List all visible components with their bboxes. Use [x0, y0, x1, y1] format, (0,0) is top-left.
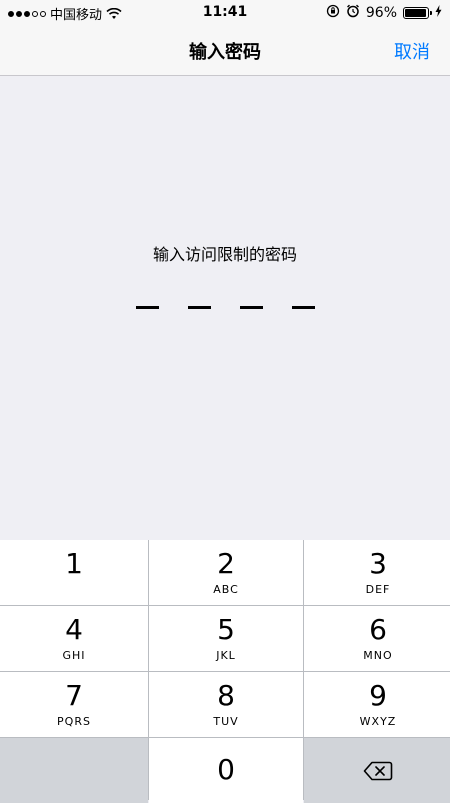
- key-letters: ABC: [213, 583, 239, 596]
- key-digit: 1: [65, 547, 83, 580]
- key-letters: GHI: [62, 649, 86, 662]
- key-letters: WXYZ: [359, 715, 397, 728]
- status-right: 96%: [326, 4, 442, 22]
- key-blank: [0, 738, 148, 803]
- passcode-digit-slot: [187, 306, 211, 309]
- key-digit: 7: [65, 679, 83, 712]
- key-5[interactable]: 5 JKL: [149, 606, 303, 671]
- key-digit: 4: [65, 613, 83, 646]
- page-title: 输入密码: [189, 42, 261, 63]
- cancel-button[interactable]: 取消: [394, 38, 430, 64]
- key-9[interactable]: 9 WXYZ: [304, 672, 450, 737]
- key-6[interactable]: 6 MNO: [304, 606, 450, 671]
- key-digit: 3: [369, 547, 387, 580]
- battery-percent: 96%: [365, 5, 397, 21]
- delete-button[interactable]: [304, 738, 450, 803]
- backspace-icon: [363, 761, 393, 781]
- key-3[interactable]: 3 DEF: [304, 540, 450, 605]
- key-4[interactable]: 4 GHI: [0, 606, 148, 671]
- charging-bolt-icon: [435, 5, 442, 21]
- alarm-icon: [346, 4, 360, 22]
- passcode-area: 输入访问限制的密码: [0, 76, 450, 540]
- key-letters: JKL: [216, 649, 236, 662]
- key-digit: 6: [369, 613, 387, 646]
- navigation-bar: 输入密码 取消: [0, 26, 450, 76]
- key-2[interactable]: 2 ABC: [149, 540, 303, 605]
- key-letters: PQRS: [57, 715, 91, 728]
- passcode-prompt: 输入访问限制的密码: [152, 245, 297, 264]
- key-digit: 9: [369, 679, 387, 712]
- passcode-digit-slot: [135, 306, 159, 309]
- status-bar: 中国移动 11:41 96%: [0, 0, 450, 26]
- key-letters: TUV: [213, 715, 239, 728]
- key-7[interactable]: 7 PQRS: [0, 672, 148, 737]
- passcode-field: [0, 306, 450, 309]
- key-letters: MNO: [363, 649, 393, 662]
- battery-level: [405, 9, 427, 17]
- key-1[interactable]: 1: [0, 540, 148, 605]
- key-digit: 8: [217, 679, 235, 712]
- key-digit: 2: [217, 547, 235, 580]
- battery-icon: [403, 7, 432, 19]
- rotation-lock-icon: [326, 4, 340, 22]
- key-digit: 0: [217, 753, 235, 786]
- passcode-digit-slot: [291, 306, 315, 309]
- numeric-keypad: 1 2 ABC 3 DEF 4 GHI 5 JKL 6 MNO 7 PQRS 8…: [0, 540, 450, 803]
- key-0[interactable]: 0: [149, 738, 303, 803]
- key-letters: DEF: [365, 583, 391, 596]
- key-8[interactable]: 8 TUV: [149, 672, 303, 737]
- passcode-digit-slot: [239, 306, 263, 309]
- key-digit: 5: [217, 613, 235, 646]
